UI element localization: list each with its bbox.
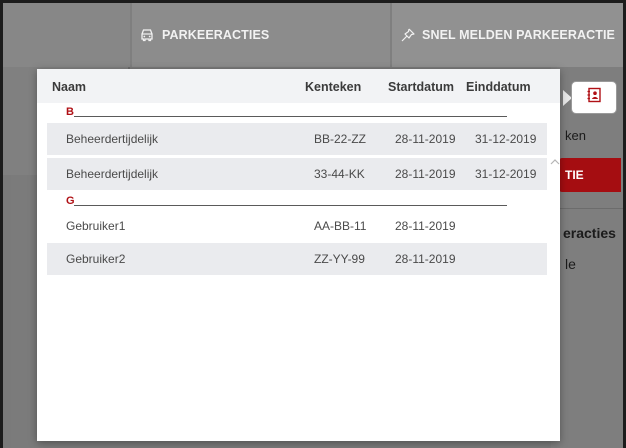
cell-naam: Gebruiker2 bbox=[66, 252, 126, 266]
cell-startdatum: 28-11-2019 bbox=[395, 252, 456, 266]
contact-book-button[interactable] bbox=[571, 81, 617, 114]
cell-kenteken: ZZ-YY-99 bbox=[314, 252, 365, 266]
group-divider-line bbox=[74, 116, 507, 117]
cell-naam: Beheerdertijdelijk bbox=[66, 132, 159, 146]
car-icon bbox=[138, 27, 156, 43]
tab-parkeeracties-label: PARKEERACTIES bbox=[162, 28, 270, 42]
column-header-naam[interactable]: Naam bbox=[52, 80, 86, 94]
background-right-column bbox=[551, 67, 623, 448]
background-red-button-label: TIE bbox=[565, 168, 584, 182]
tab-parkeeracties[interactable]: PARKEERACTIES bbox=[132, 3, 390, 67]
table-row[interactable]: Gebruiker1 AA-BB-11 28-11-2019 bbox=[47, 210, 547, 242]
scroll-down-icon[interactable] bbox=[550, 443, 560, 448]
pin-icon bbox=[400, 27, 418, 43]
group-header-b: B bbox=[47, 103, 547, 123]
table-row[interactable]: Gebruiker2 ZZ-YY-99 28-11-2019 bbox=[47, 243, 547, 275]
table-row[interactable]: Beheerdertijdelijk 33-44-KK 28-11-2019 3… bbox=[47, 158, 547, 190]
tab-snel-melden-label: SNEL MELDEN PARKEERACTIE bbox=[422, 28, 615, 42]
background-red-button[interactable]: TIE bbox=[559, 158, 621, 192]
contact-list-inner: B Beheerdertijdelijk BB-22-ZZ 28-11-2019… bbox=[47, 103, 547, 438]
group-header-g: G bbox=[47, 192, 547, 212]
cell-naam: Gebruiker1 bbox=[66, 219, 126, 233]
cell-kenteken: BB-22-ZZ bbox=[314, 132, 367, 146]
column-header-einddatum[interactable]: Einddatum bbox=[466, 80, 531, 94]
contact-list[interactable]: B Beheerdertijdelijk BB-22-ZZ 28-11-2019… bbox=[37, 103, 560, 441]
cell-startdatum: 28-11-2019 bbox=[395, 219, 456, 233]
cell-einddatum: 31-12-2019 bbox=[475, 167, 537, 181]
column-header-kenteken[interactable]: Kenteken bbox=[305, 80, 361, 94]
group-letter: B bbox=[66, 106, 74, 118]
scroll-up-icon[interactable] bbox=[550, 154, 560, 165]
background-text-partial: ken bbox=[565, 128, 586, 143]
cell-kenteken: 33-44-KK bbox=[314, 167, 365, 181]
tab-bar: PARKEERACTIES SNEL MELDEN PARKEERACTIE bbox=[3, 3, 623, 67]
tab-blank[interactable] bbox=[3, 3, 130, 67]
cell-naam: Beheerdertijdelijk bbox=[66, 167, 159, 181]
column-header-startdatum[interactable]: Startdatum bbox=[388, 80, 454, 94]
contact-book-icon bbox=[586, 87, 602, 108]
cell-einddatum: 31-12-2019 bbox=[475, 132, 537, 146]
background-heading-partial: eracties bbox=[563, 225, 616, 241]
background-text-partial-2: le bbox=[565, 256, 576, 272]
cell-kenteken: AA-BB-11 bbox=[314, 219, 367, 233]
table-row[interactable]: Beheerdertijdelijk BB-22-ZZ 28-11-2019 3… bbox=[47, 123, 547, 155]
background-divider bbox=[551, 208, 623, 209]
background-left-strip bbox=[3, 175, 11, 448]
cell-startdatum: 28-11-2019 bbox=[395, 132, 456, 146]
cell-startdatum: 28-11-2019 bbox=[395, 167, 456, 181]
table-header: Naam Kenteken Startdatum Einddatum bbox=[37, 69, 560, 103]
contact-picker-modal: Naam Kenteken Startdatum Einddatum B Beh… bbox=[37, 69, 560, 441]
tab-snel-melden[interactable]: SNEL MELDEN PARKEERACTIE bbox=[392, 3, 623, 67]
group-divider-line bbox=[74, 205, 507, 206]
